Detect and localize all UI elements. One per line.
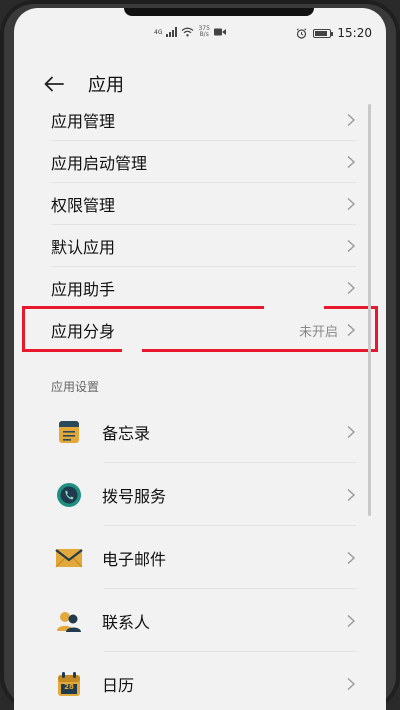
app-item-label: 备忘录: [102, 423, 151, 443]
contacts-icon: [54, 606, 84, 636]
wifi-icon: [182, 27, 194, 37]
phone-icon: [54, 480, 84, 510]
notepad-icon: [54, 417, 84, 447]
app-item-calendar[interactable]: 28 日历: [14, 652, 386, 710]
menu-item-label: 权限管理: [51, 195, 116, 215]
page-header: 应用: [14, 66, 386, 102]
camera-notch: [124, 8, 314, 16]
section-title-app-settings: 应用设置: [51, 380, 100, 394]
back-button[interactable]: [44, 66, 82, 102]
chevron-right-icon: [347, 551, 356, 564]
app-item-label: 电子邮件: [102, 549, 167, 569]
menu-item-app-assistant[interactable]: 应用助手: [51, 267, 356, 309]
status-right: 15:20: [296, 26, 372, 40]
net-speed-unit: B/s: [199, 31, 209, 38]
menu-item-app-twin[interactable]: 应用分身 未开启: [51, 309, 356, 351]
net-speed: 375 B/s: [198, 26, 209, 38]
menu-item-app-management[interactable]: 应用管理: [51, 99, 356, 141]
highlight-gap: [122, 349, 142, 355]
mail-icon: [54, 543, 84, 573]
screen: 4G 375 B/s 15:20 应用 应用管理 应用启动管理 权限管理 默认应…: [14, 8, 386, 710]
menu-item-default-apps[interactable]: 默认应用: [51, 225, 356, 267]
chevron-right-icon: [347, 239, 356, 252]
app-item-label: 日历: [102, 675, 135, 695]
status-left: 4G 375 B/s: [154, 26, 226, 38]
chevron-right-icon: [347, 197, 356, 210]
chevron-right-icon: [347, 425, 356, 438]
app-item-dialer[interactable]: 拨号服务: [14, 463, 386, 526]
alarm-icon: [297, 27, 307, 39]
app-settings-list: 备忘录 拨号服务 电子邮件 联系人 28 日历: [14, 400, 386, 710]
menu-item-label: 应用分身: [51, 322, 116, 341]
calendar-icon-day: 28: [64, 682, 74, 691]
chevron-right-icon: [347, 155, 356, 168]
app-item-label: 联系人: [102, 612, 151, 632]
app-twin-status: 未开启: [298, 324, 338, 340]
battery-icon: [313, 28, 334, 38]
app-item-contacts[interactable]: 联系人: [14, 589, 386, 652]
status-bar: 4G 375 B/s 15:20: [14, 22, 386, 46]
menu-item-label: 应用助手: [51, 279, 116, 299]
signal-icon: [166, 27, 178, 37]
chevron-right-icon: [347, 281, 356, 294]
app-item-notepad[interactable]: 备忘录: [14, 400, 386, 463]
arrow-left-icon: [44, 76, 64, 92]
calendar-icon: 28: [54, 669, 84, 699]
menu-item-app-startup[interactable]: 应用启动管理: [51, 141, 356, 183]
chevron-right-icon: [347, 488, 356, 501]
menu-item-label: 默认应用: [51, 237, 116, 257]
battery-fill: [315, 30, 328, 36]
chevron-right-icon: [347, 113, 356, 126]
highlight-gap: [264, 304, 324, 309]
video-icon: [213, 28, 226, 36]
app-item-label: 拨号服务: [102, 486, 167, 506]
page-title: 应用: [88, 75, 124, 96]
scrollbar[interactable]: [368, 104, 371, 516]
menu-item-label: 应用启动管理: [51, 153, 148, 173]
chevron-right-icon: [347, 323, 356, 337]
app-item-email[interactable]: 电子邮件: [14, 526, 386, 589]
clock-time: 15:20: [337, 26, 372, 40]
chevron-right-icon: [347, 677, 356, 690]
menu-item-label: 应用管理: [51, 111, 116, 131]
chevron-right-icon: [347, 614, 356, 627]
app-menu-list: 应用管理 应用启动管理 权限管理 默认应用 应用助手 应用分身 未开启: [14, 99, 386, 351]
network-type: 4G: [154, 28, 163, 36]
menu-item-permissions[interactable]: 权限管理: [51, 183, 356, 225]
